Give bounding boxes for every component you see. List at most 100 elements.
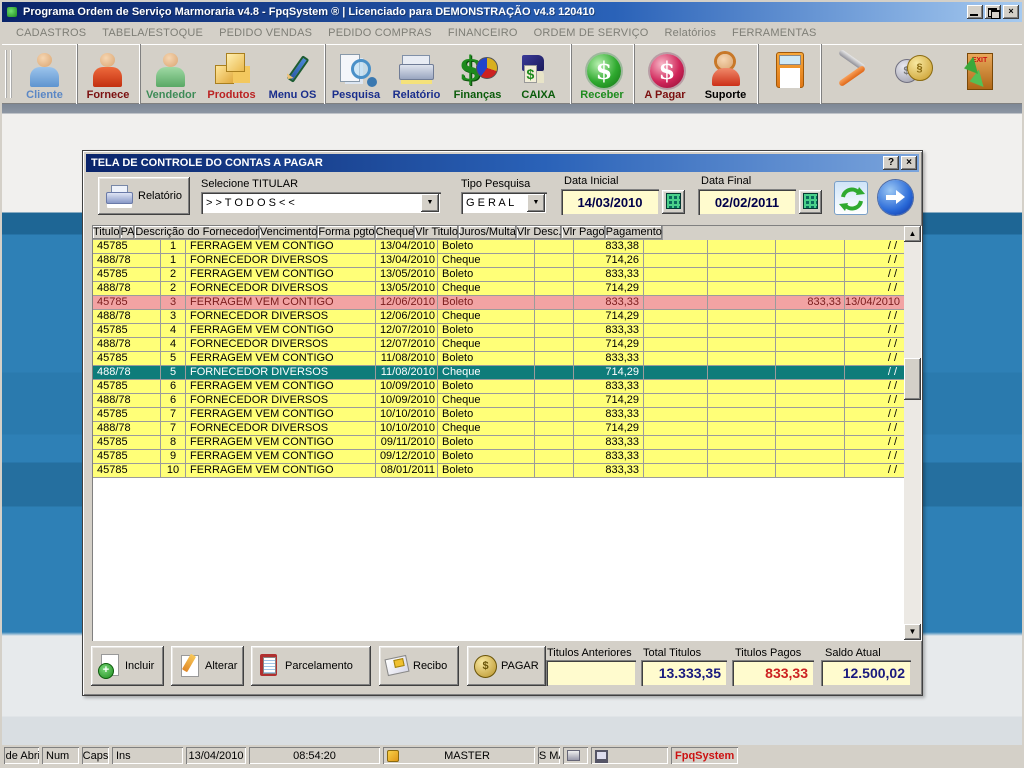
cell-juros-multa [644,352,708,366]
status-text: 13/04/2010 [188,750,243,762]
dialog-titlebar[interactable]: TELA DE CONTROLE DO CONTAS A PAGAR ? × [86,154,919,172]
payables-grid: TituloPADescrição do FornecedorVenciment… [92,225,922,641]
menu-item[interactable]: PEDIDO COMPRAS [320,25,440,41]
toolbar-button[interactable] [882,44,943,104]
table-row[interactable]: 488/78 4 FORNECEDOR DIVERSOS 12/07/2010 … [93,338,904,352]
menu-item[interactable]: CADASTROS [8,25,94,41]
data-inicial-field[interactable]: 14/03/2010 [561,189,659,215]
table-row[interactable]: 488/78 7 FORNECEDOR DIVERSOS 10/10/2010 … [93,422,904,436]
toolbar-button[interactable]: Receber [571,44,632,104]
toolbar-button[interactable]: Pesquisa [325,44,386,104]
cell-vlr-desc [708,324,776,338]
table-row[interactable]: 488/78 2 FORNECEDOR DIVERSOS 13/05/2010 … [93,282,904,296]
grid-header-cell[interactable]: Vlr Desc. [517,226,563,240]
cell-juros-multa [644,422,708,436]
menu-item[interactable]: TABELA/ESTOQUE [94,25,211,41]
refresh-button[interactable] [834,181,868,215]
restore-button[interactable] [985,5,1001,19]
table-row[interactable]: 45785 7 FERRAGEM VEM CONTIGO 10/10/2010 … [93,408,904,422]
toolbar-button[interactable]: A Pagar [634,44,695,104]
vertical-scrollbar[interactable]: ▲ ▼ [904,226,921,640]
table-row[interactable]: 45785 1 FERRAGEM VEM CONTIGO 13/04/2010 … [93,240,904,254]
toolbar-button[interactable]: Relatório [386,44,447,104]
table-row[interactable]: 45785 8 FERRAGEM VEM CONTIGO 09/11/2010 … [93,436,904,450]
close-button[interactable]: × [1003,5,1019,19]
table-row[interactable]: 45785 9 FERRAGEM VEM CONTIGO 09/12/2010 … [93,450,904,464]
grid-header-cell[interactable]: Vlr Pago [562,226,605,240]
total-label: Total Titulos [643,647,701,659]
dialog-help-button[interactable]: ? [883,156,899,170]
data-final-field[interactable]: 02/02/2011 [698,189,796,215]
report-button-label: Relatório [138,190,182,202]
grid-header-cell[interactable]: Pagamento [606,226,663,240]
grid-header-cell[interactable]: Vencimento [260,226,318,240]
table-row[interactable]: 45785 10 FERRAGEM VEM CONTIGO 08/01/2011… [93,464,904,478]
cell-juros-multa [644,450,708,464]
chevron-down-icon[interactable]: ▼ [527,194,545,212]
menu-item[interactable]: ORDEM DE SERVIÇO [526,25,657,41]
data-inicial-calendar-button[interactable] [662,190,685,214]
data-final-calendar-button[interactable] [799,190,822,214]
titular-combobox[interactable]: > > T O D O S < < ▼ [201,192,441,214]
tipo-pesquisa-combobox[interactable]: G E R A L ▼ [461,192,547,214]
menu-item[interactable]: PEDIDO VENDAS [211,25,320,41]
cell-juros-multa [644,380,708,394]
action-button[interactable]: PAGAR [467,646,546,686]
table-row[interactable]: 45785 3 FERRAGEM VEM CONTIGO 12/06/2010 … [93,296,904,310]
grid-header-cell[interactable]: Vlr Titulo [415,226,459,240]
scrollbar-thumb[interactable] [904,358,921,400]
table-row[interactable]: 45785 2 FERRAGEM VEM CONTIGO 13/05/2010 … [93,268,904,282]
grid-header-cell[interactable]: PA [121,226,136,240]
cell-vencimento: 10/09/2010 [376,380,438,394]
scroll-up-icon[interactable]: ▲ [904,226,921,242]
cell-vlr-desc [708,310,776,324]
go-arrow-button[interactable] [878,180,913,215]
toolbar-button[interactable]: Menu OS [262,44,323,104]
grid-header-cell[interactable]: Cheque [376,226,416,240]
scroll-down-icon[interactable]: ▼ [904,624,921,640]
toolbar-button[interactable]: Fornece [77,44,138,104]
table-row[interactable]: 45785 5 FERRAGEM VEM CONTIGO 11/08/2010 … [93,352,904,366]
toolbar-button[interactable]: CAIXA [508,44,569,104]
toolbar-button[interactable]: Vendedor [140,44,201,104]
cell-forma-pgto: Boleto [438,324,535,338]
chevron-down-icon[interactable]: ▼ [421,194,439,212]
grid-header-cell[interactable]: Forma pgto [318,226,375,240]
grid-header-cell[interactable]: Descrição do Fornecedor [135,226,260,240]
action-button[interactable]: Parcelamento [251,646,371,686]
menu-item[interactable]: Relatórios [657,25,725,41]
cell-forma-pgto: Boleto [438,380,535,394]
menu-item[interactable]: FERRAMENTAS [724,25,825,41]
table-row[interactable]: 488/78 5 FORNECEDOR DIVERSOS 11/08/2010 … [93,366,904,380]
cell-vlr-desc [708,394,776,408]
toolbar-button[interactable]: Produtos [201,44,262,104]
cell-vlr-pago [776,422,845,436]
cell-cheque [535,296,574,310]
dialog-close-button[interactable]: × [901,156,917,170]
table-row[interactable]: 45785 4 FERRAGEM VEM CONTIGO 12/07/2010 … [93,324,904,338]
table-row[interactable]: 45785 6 FERRAGEM VEM CONTIGO 10/09/2010 … [93,380,904,394]
grid-header-cell[interactable]: Juros/Multa [459,226,517,240]
toolbar-button[interactable]: Cliente [14,44,75,104]
table-row[interactable]: 488/78 6 FORNECEDOR DIVERSOS 10/09/2010 … [93,394,904,408]
action-button[interactable]: Alterar [171,646,244,686]
toolbar-button[interactable] [758,44,819,104]
cell-pagamento: / / [845,352,904,366]
table-row[interactable]: 488/78 1 FORNECEDOR DIVERSOS 13/04/2010 … [93,254,904,268]
grid-header-cell[interactable]: Titulo [93,226,121,240]
action-button[interactable]: Recibo [379,646,459,686]
cell-juros-multa [644,394,708,408]
menu-item[interactable]: FINANCEIRO [440,25,526,41]
cell-fornecedor: FORNECEDOR DIVERSOS [186,366,376,380]
table-row[interactable]: 488/78 3 FORNECEDOR DIVERSOS 12/06/2010 … [93,310,904,324]
action-button[interactable]: Incluir [91,646,164,686]
toolbar-button[interactable]: Suporte [695,44,756,104]
toolbar-button[interactable] [821,44,882,104]
cash-book-icon [520,51,558,87]
toolbar-button[interactable] [943,44,1004,104]
minimize-button[interactable] [967,5,983,19]
status-panel [563,747,588,764]
toolbar-grip[interactable] [5,50,12,98]
toolbar-button[interactable]: Finanças [447,44,508,104]
report-button[interactable]: Relatório [98,177,190,215]
